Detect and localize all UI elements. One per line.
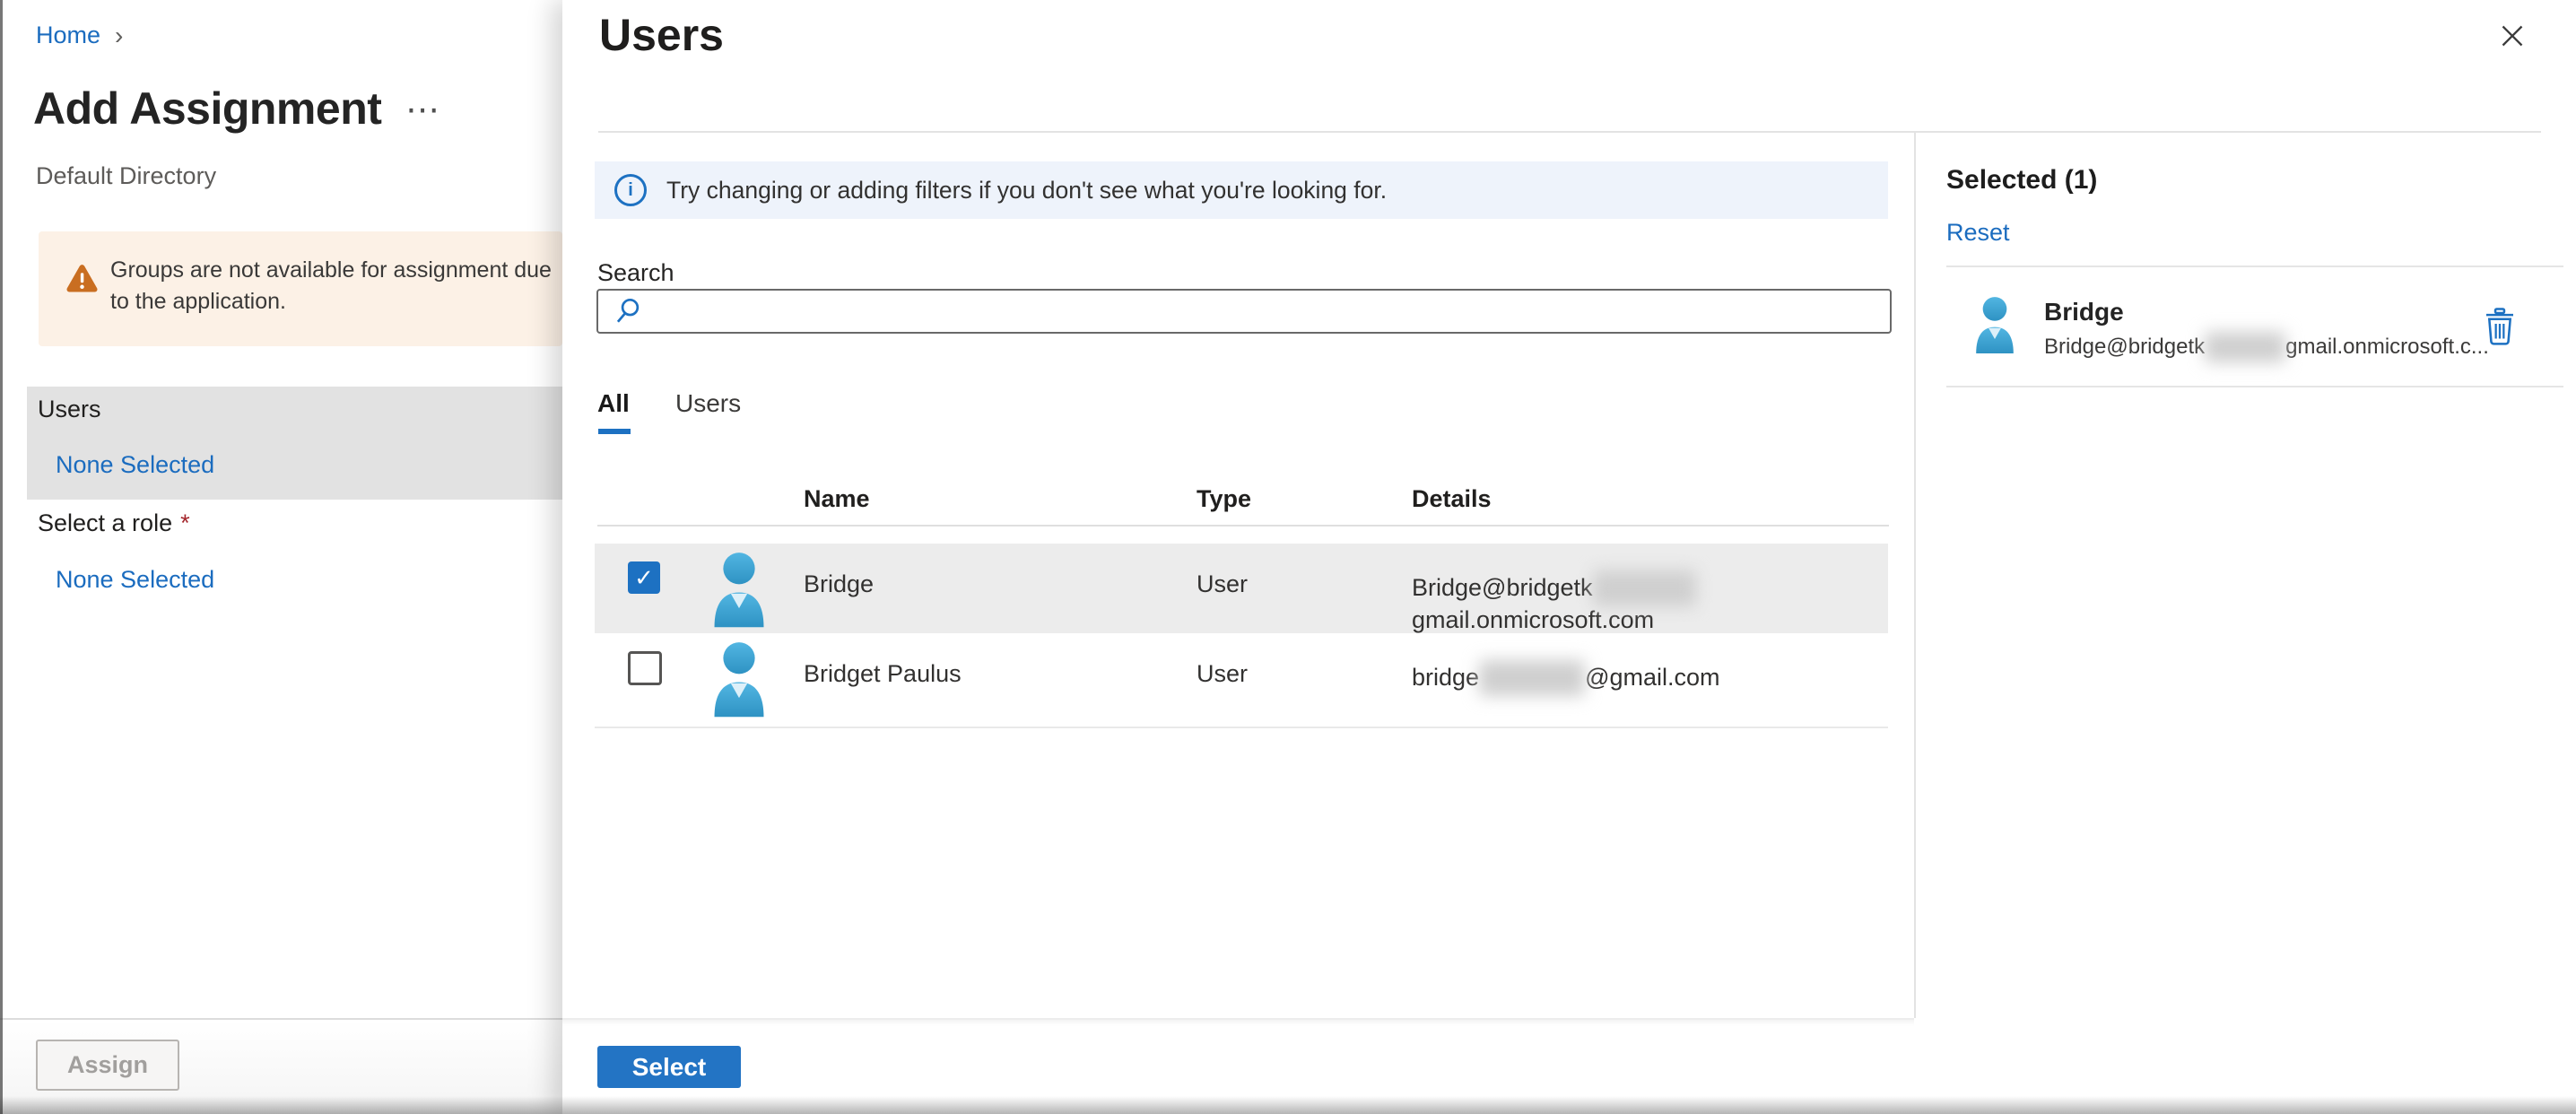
email-suffix: gmail.onmicrosoft.c... [2285,335,2489,359]
email-prefix: Bridge@bridgetk [1412,574,1593,601]
row-checkbox-checked[interactable]: ✓ [628,561,660,594]
panel-title: Users [599,10,724,60]
panel-footer [562,1018,1914,1114]
nav-role-label-text: Select a role [38,509,173,536]
row-type: User [1197,570,1249,597]
close-icon[interactable] [2493,16,2532,56]
redacted-blur [1592,570,1696,606]
required-asterisk: * [180,509,190,536]
nav-role-none-selected-link[interactable]: None Selected [56,566,214,594]
row-details: bridge @gmail.com [1412,660,1720,696]
window-left-edge [0,0,3,1114]
breadcrumb: Home › [36,22,123,49]
nav-users-label: Users [38,396,101,422]
email-prefix: bridge [1412,664,1480,691]
tab-users[interactable]: Users [675,389,741,418]
selected-header-divider [1946,265,2563,267]
warning-triangle-icon [66,265,98,292]
page-subtitle: Default Directory [36,162,217,189]
page-title: Add Assignment [33,83,382,134]
user-avatar-icon [714,642,764,718]
selected-pane-divider [1914,133,1916,1018]
nav-users-selected-block[interactable] [27,387,562,500]
warning-banner: Groups are not available for assignment … [39,231,562,346]
user-avatar-icon [714,553,764,628]
search-icon [616,298,640,323]
search-input[interactable] [596,289,1892,334]
email-suffix: gmail.onmicrosoft.com [1412,606,1655,633]
info-banner: i Try changing or adding filters if you … [595,161,1888,219]
breadcrumb-home-link[interactable]: Home [36,22,100,49]
select-button[interactable]: Select [597,1046,741,1088]
info-icon: i [614,174,647,206]
selected-user-avatar-icon [1976,297,2014,353]
chevron-right-icon: › [115,21,124,49]
more-options-icon[interactable]: ⋯ [405,90,441,130]
row-checkbox-unchecked[interactable] [628,651,662,685]
assign-button[interactable]: Assign [36,1040,179,1091]
redacted-blur [2205,332,2286,362]
active-tab-underline [598,429,631,434]
selected-item-name: Bridge [2044,298,2124,326]
row-details: Bridge@bridgetk gmail.onmicrosoft.com [1412,570,1888,634]
row-type: User [1197,660,1249,687]
selected-count-header: Selected (1) [1946,165,2098,195]
email-prefix: Bridge@bridgetk [2044,335,2206,359]
row-name: Bridget Paulus [804,660,962,687]
table-row[interactable]: Bridget Paulus User bridge @gmail.com [595,633,1888,728]
search-label: Search [597,259,674,286]
remove-selected-trash-icon[interactable] [2480,303,2519,350]
selected-item-email: Bridge@bridgetk gmail.onmicrosoft.c... [2044,332,2489,362]
redacted-blur [1479,660,1586,696]
table-header-divider [597,525,1889,527]
nav-users-none-selected-link[interactable]: None Selected [56,451,214,479]
column-header-name[interactable]: Name [804,485,870,513]
table-row[interactable]: ✓ Bridge User Bridge@bridgetk gmail.onmic… [595,544,1888,633]
info-banner-text: Try changing or adding filters if you do… [666,176,1388,204]
column-header-details[interactable]: Details [1412,485,1492,513]
row-name: Bridge [804,570,875,597]
email-suffix: @gmail.com [1585,664,1720,691]
selected-item-divider [1946,386,2563,387]
nav-role-label: Select a role * [38,509,190,537]
column-header-type[interactable]: Type [1197,485,1251,513]
tab-all[interactable]: All [597,389,630,418]
users-picker-panel: Users i Try changing or adding filters i… [562,0,2576,1114]
warning-banner-text: Groups are not available for assignment … [110,257,552,314]
reset-link[interactable]: Reset [1946,219,2010,247]
add-assignment-page: Home › Add Assignment ⋯ Default Director… [0,0,2576,1114]
title-divider [598,131,2541,133]
